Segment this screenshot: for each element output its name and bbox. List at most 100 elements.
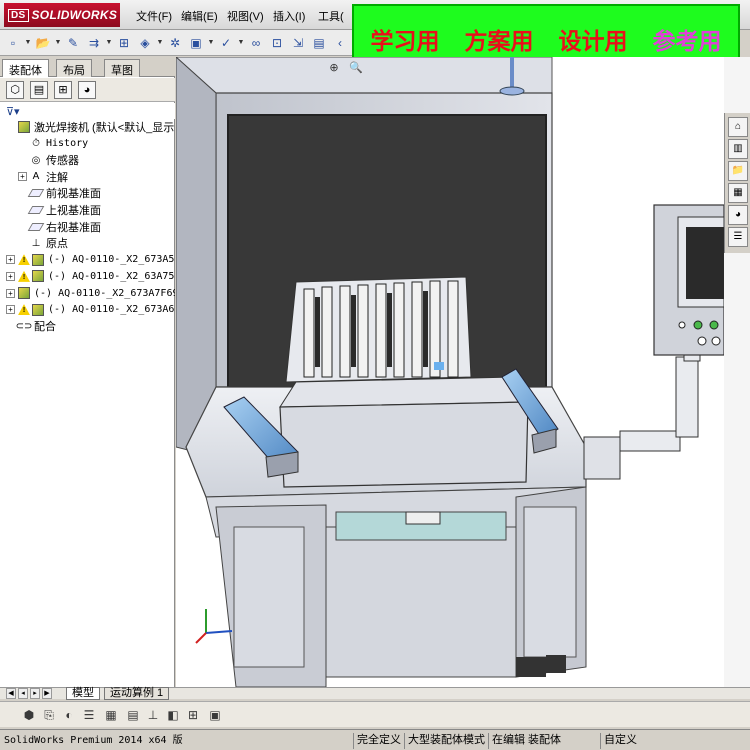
axis-icon[interactable]: ⊥ [144, 706, 162, 724]
menu-view[interactable]: 视图(V) [227, 8, 264, 24]
left-door[interactable] [233, 526, 305, 668]
part-warning-icon: ! [17, 269, 45, 283]
status-bar: SolidWorks Premium 2014 x64 版 完全定义 大型装配体… [0, 729, 750, 750]
grid-icon[interactable]: ⊞ [184, 706, 202, 724]
tree-node[interactable]: 激光焊接机 (默认<默认_显示 [6, 119, 174, 135]
product-version: SolidWorks Premium 2014 x64 版 [4, 735, 183, 746]
caster-wheel [546, 655, 566, 673]
machine-model-render[interactable] [176, 57, 724, 687]
tree-node-label: History [46, 138, 89, 150]
insert-component-icon[interactable]: ⊞ [115, 34, 133, 52]
menu-tools[interactable]: 工具( [318, 8, 344, 24]
tab-motion-study[interactable]: 运动算例 1 [104, 687, 170, 700]
ds-logo-mark: DS [8, 8, 29, 22]
tree-node[interactable]: +! (-) AQ-0110-_X2_673A52A [6, 252, 175, 268]
expand-toggle-icon[interactable]: + [6, 288, 15, 298]
welding-fixture[interactable] [285, 276, 472, 383]
tab-model[interactable]: 模型 [66, 687, 100, 700]
tab-assembly[interactable]: 装配体 [2, 59, 49, 77]
sketch-icon[interactable]: ✓ [217, 34, 235, 52]
tab-layout[interactable]: 布局 [56, 59, 92, 77]
chevron-down-icon[interactable]: ▼ [25, 34, 32, 52]
tree-node[interactable]: + A 注解 [18, 169, 68, 185]
assembly-icon[interactable]: ⬢ [20, 706, 38, 724]
chevron-left-icon[interactable]: ‹ [331, 34, 349, 52]
tree-node[interactable]: +! (-) AQ-0110-_X2_673A67I [6, 302, 175, 318]
next-tab-icon[interactable]: ▸ [30, 688, 40, 699]
edit-component-icon[interactable]: ⎘ [40, 706, 58, 724]
paperclip-icon[interactable]: ✎ [64, 34, 82, 52]
link-icon[interactable]: ∞ [247, 34, 265, 52]
graphics-area[interactable]: ⊕ 🔍 [176, 57, 724, 687]
filter-icon[interactable]: ⊽▾ [6, 105, 20, 118]
feature-manager-icon[interactable]: ⬡ [6, 81, 24, 99]
mate-icon[interactable]: ◈ [136, 34, 154, 52]
custom-properties-icon[interactable]: ☰ [728, 227, 748, 247]
tree-node[interactable]: 右视基准面 [18, 219, 101, 235]
rebuild-icon[interactable]: ⇉ [85, 34, 103, 52]
tree-node[interactable]: ◎ 传感器 [18, 152, 79, 168]
first-tab-icon[interactable]: ◀ [6, 688, 16, 699]
solidworks-logo[interactable]: DS SOLIDWORKS [4, 3, 120, 27]
menu-file[interactable]: 文件(F) [136, 8, 172, 24]
menu-insert[interactable]: 插入(I) [273, 8, 305, 24]
expand-toggle-icon[interactable]: + [18, 172, 27, 182]
pattern-icon[interactable]: ▦ [102, 706, 120, 724]
chevron-down-icon[interactable]: ▼ [55, 34, 62, 52]
drawer-handle[interactable] [405, 511, 441, 525]
right-door[interactable] [523, 506, 577, 658]
task-pane-tabs: ⌂ ▥ 📁 ▦ ◕ ☰ [724, 113, 750, 253]
view-palette-icon[interactable]: ▦ [728, 183, 748, 203]
status-units[interactable]: 自定义 [600, 733, 637, 749]
resources-icon[interactable]: ⌂ [728, 117, 748, 137]
center-housing[interactable] [279, 376, 529, 488]
file-explorer-icon[interactable]: 📁 [728, 161, 748, 181]
tree-node[interactable]: ⏱ History [18, 136, 88, 152]
property-manager-icon[interactable]: ▤ [30, 81, 48, 99]
chevron-down-icon[interactable]: ▼ [208, 34, 215, 52]
menu-edit[interactable]: 编辑(E) [181, 8, 218, 24]
explode-icon[interactable]: ⇲ [289, 34, 307, 52]
render-icon[interactable]: ▣ [206, 706, 224, 724]
status-fully-defined: 完全定义 [353, 733, 401, 749]
zoom-area-icon[interactable]: 🔍 [348, 61, 364, 77]
tree-node[interactable]: + (-) AQ-0110-_X2_673A7F696 [6, 285, 175, 301]
expand-toggle-icon[interactable]: + [6, 255, 15, 265]
image-icon[interactable]: ▤ [310, 34, 328, 52]
zoom-fit-icon[interactable]: ⊕ [326, 61, 342, 77]
open-folder-icon[interactable]: 📂 [34, 34, 52, 52]
caster-wheel [516, 657, 546, 677]
smart-dimension-icon[interactable]: ⊡ [268, 34, 286, 52]
appearance-icon[interactable]: ◐ [60, 706, 78, 724]
hmi-screen[interactable] [686, 227, 724, 299]
appearance-icon[interactable]: ◕ [78, 81, 96, 99]
sensor-icon: ◎ [31, 154, 41, 166]
tree-node[interactable]: +! (-) AQ-0110-_X2_63A7523 [6, 268, 175, 284]
appearances-icon[interactable]: ◕ [728, 205, 748, 225]
prev-tab-icon[interactable]: ◂ [18, 688, 28, 699]
table-icon[interactable]: ▤ [124, 706, 142, 724]
tree-node[interactable]: ⊥ 原点 [18, 235, 68, 251]
tab-sketch[interactable]: 草图 [104, 59, 140, 77]
display-icon[interactable]: ▣ [187, 34, 205, 52]
manager-tabs: 装配体 布局 草图 [0, 57, 175, 77]
configuration-manager-icon[interactable]: ⊞ [54, 81, 72, 99]
feature-manager-panel: 装配体 布局 草图 ⬡ ▤ ⊞ ◕ » ⊽▾ 激光焊接机 (默认<默认_显示 ⏱ H… [0, 57, 175, 687]
last-tab-icon[interactable]: ▶ [42, 688, 52, 699]
view-cube-icon[interactable]: ◧ [164, 706, 182, 724]
chevron-down-icon[interactable]: ▼ [238, 34, 245, 52]
expand-toggle-icon[interactable]: + [6, 305, 15, 315]
part-warning-icon: ! [17, 253, 45, 267]
tree-node[interactable]: 前视基准面 [18, 185, 101, 201]
new-document-icon[interactable]: ▫ [4, 34, 22, 52]
tree-node[interactable]: ⊂⊃ 配合 [6, 318, 56, 334]
status-large-assembly[interactable]: 大型装配体模式 [404, 733, 485, 749]
gear-icon[interactable]: ✲ [166, 34, 184, 52]
list-icon[interactable]: ☰ [80, 706, 98, 724]
chevron-down-icon[interactable]: ▼ [157, 34, 164, 52]
chevron-down-icon[interactable]: ▼ [106, 34, 113, 52]
hmi-pendant[interactable] [653, 204, 724, 356]
expand-toggle-icon[interactable]: + [6, 271, 15, 281]
tree-node[interactable]: 上视基准面 [18, 202, 101, 218]
design-library-icon[interactable]: ▥ [728, 139, 748, 159]
